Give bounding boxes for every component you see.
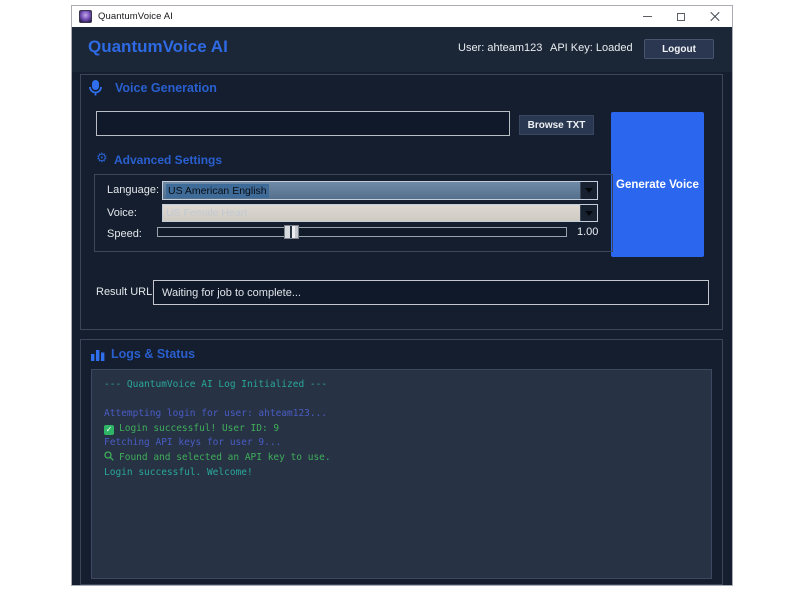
maximize-icon xyxy=(677,13,685,21)
window-controls xyxy=(630,6,732,27)
app-window: QuantumVoice AI QuantumVoice AI User: ah… xyxy=(71,5,733,586)
minimize-icon xyxy=(643,16,652,17)
voice-label: Voice: xyxy=(107,207,137,219)
maximize-button[interactable] xyxy=(664,6,698,27)
gear-icon: ⚙ xyxy=(96,151,108,164)
close-icon xyxy=(710,12,720,22)
log-line xyxy=(104,393,699,408)
advanced-settings-title: Advanced Settings xyxy=(114,153,222,167)
close-button[interactable] xyxy=(698,6,732,27)
log-line: --- QuantumVoice AI Log Initialized --- xyxy=(104,378,699,393)
generate-voice-button[interactable]: Generate Voice xyxy=(611,112,704,257)
speed-slider-handle[interactable] xyxy=(284,225,299,239)
log-line: Fetching API keys for user 9... xyxy=(104,436,699,451)
log-line: Attempting login for user: ahteam123... xyxy=(104,407,699,422)
browse-txt-button[interactable]: Browse TXT xyxy=(519,115,594,135)
speed-label: Speed: xyxy=(107,228,142,240)
text-file-input[interactable] xyxy=(96,111,510,136)
chevron-down-icon[interactable] xyxy=(580,182,597,199)
app-header: QuantumVoice AI User: ahteam123 API Key:… xyxy=(72,27,732,72)
page-title: QuantumVoice AI xyxy=(88,37,228,57)
result-url-field[interactable] xyxy=(153,280,709,305)
language-select[interactable]: US American English xyxy=(162,181,598,200)
desktop: QuantumVoice AI QuantumVoice AI User: ah… xyxy=(0,0,800,600)
voice-value: US Female Heart xyxy=(163,205,580,221)
log-line: Found and selected an API key to use. xyxy=(104,451,699,466)
advanced-settings-panel: Language: US American English Voice: US … xyxy=(94,174,613,252)
chevron-down-icon[interactable] xyxy=(580,205,597,221)
voice-generation-section: Voice Generation Browse TXT Generate Voi… xyxy=(80,74,723,330)
log-area[interactable]: --- QuantumVoice AI Log Initialized --- … xyxy=(91,369,712,579)
log-line: ✓Login successful! User ID: 9 xyxy=(104,422,699,437)
language-label: Language: xyxy=(107,184,159,196)
bar-chart-icon xyxy=(90,346,106,362)
app-content: QuantumVoice AI User: ahteam123 API Key:… xyxy=(72,27,732,585)
speed-value: 1.00 xyxy=(577,226,598,238)
user-label: User: ahteam123 xyxy=(458,42,542,54)
logs-status-section: Logs & Status --- QuantumVoice AI Log In… xyxy=(80,339,723,585)
check-icon: ✓ xyxy=(104,425,114,435)
microphone-icon xyxy=(88,79,103,97)
result-url-label: Result URL: xyxy=(96,286,155,298)
speed-slider[interactable] xyxy=(157,227,567,237)
voice-select[interactable]: US Female Heart xyxy=(162,204,598,222)
language-value: US American English xyxy=(163,182,580,199)
app-icon xyxy=(79,10,92,23)
logs-status-title: Logs & Status xyxy=(111,347,195,361)
search-icon xyxy=(104,451,114,461)
logout-button[interactable]: Logout xyxy=(644,39,714,59)
api-key-status: API Key: Loaded xyxy=(550,42,633,54)
log-line: Login successful. Welcome! xyxy=(104,466,699,481)
titlebar[interactable]: QuantumVoice AI xyxy=(72,6,732,27)
titlebar-title: QuantumVoice AI xyxy=(98,11,173,22)
voice-generation-title: Voice Generation xyxy=(115,81,217,95)
minimize-button[interactable] xyxy=(630,6,664,27)
